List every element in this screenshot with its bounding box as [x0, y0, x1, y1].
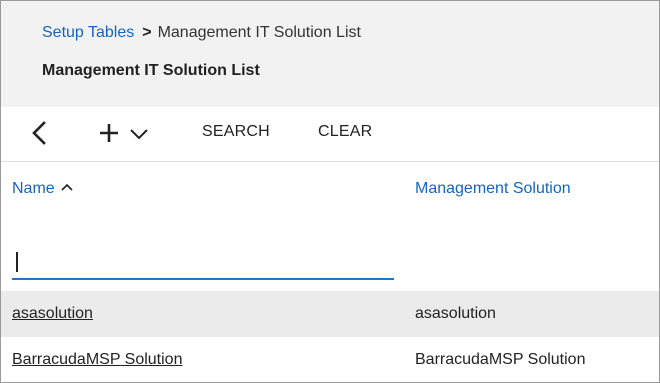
name-filter-input[interactable]: [12, 244, 394, 280]
back-button[interactable]: [27, 120, 53, 146]
search-button[interactable]: SEARCH: [202, 123, 270, 141]
breadcrumb-current: Management IT Solution List: [157, 24, 361, 41]
sort-up-icon: [61, 183, 73, 191]
page-title: Management IT Solution List: [42, 62, 260, 79]
add-menu-button[interactable]: [128, 125, 150, 143]
add-button[interactable]: [97, 121, 121, 145]
breadcrumb-separator: >: [142, 24, 152, 41]
plus-icon: [100, 124, 118, 142]
toolbar: SEARCH CLEAR: [1, 107, 659, 162]
filter-row: [1, 216, 659, 291]
breadcrumb-link-setup-tables[interactable]: Setup Tables: [42, 24, 134, 41]
app-window: Setup Tables > Management IT Solution List…: [0, 0, 660, 383]
clear-button[interactable]: CLEAR: [318, 123, 372, 141]
row-management-solution: asasolution: [415, 305, 496, 322]
breadcrumb: Setup Tables > Management IT Solution List: [42, 24, 361, 42]
column-header-name[interactable]: Name: [12, 180, 73, 198]
column-header-management-solution[interactable]: Management Solution: [415, 180, 571, 198]
column-header-name-label: Name: [12, 180, 55, 197]
table-row[interactable]: BarracudaMSP Solution BarracudaMSP Solut…: [1, 337, 659, 382]
row-name-link[interactable]: asasolution: [12, 305, 93, 323]
chevron-down-icon: [130, 129, 148, 140]
column-header-row: Name Management Solution: [1, 162, 659, 216]
chevron-left-icon: [32, 121, 46, 145]
page-header: Setup Tables > Management IT Solution List…: [1, 1, 659, 107]
text-cursor: [16, 252, 18, 272]
row-name-link[interactable]: BarracudaMSP Solution: [12, 351, 182, 369]
row-management-solution: BarracudaMSP Solution: [415, 351, 586, 368]
table-row[interactable]: asasolution asasolution: [1, 291, 659, 337]
